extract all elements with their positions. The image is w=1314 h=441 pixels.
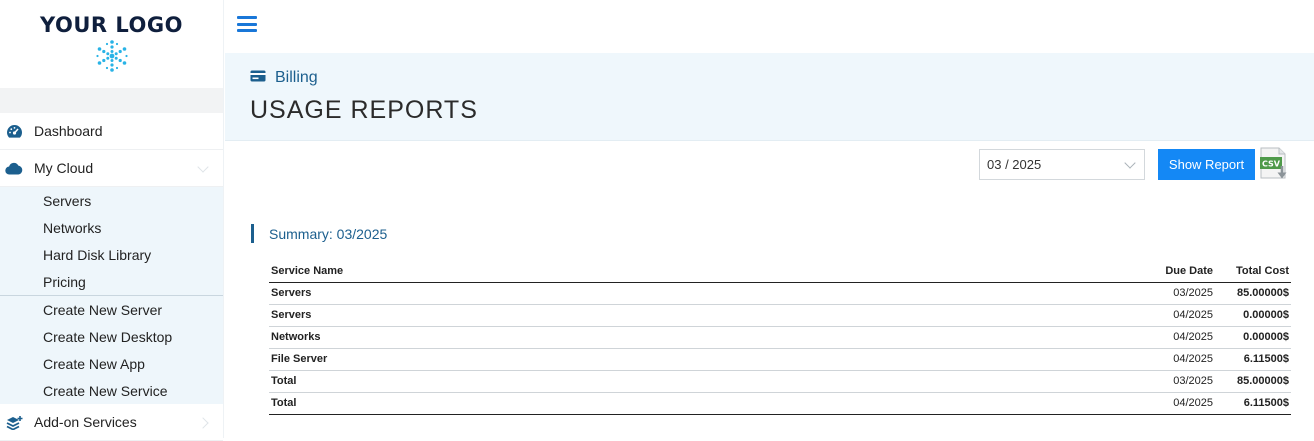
total-label-cell: Total [269, 369, 1137, 393]
total-cost-cell: 0.00000$ [1217, 326, 1291, 349]
service-name-cell: File Server [269, 348, 1137, 371]
due-date-cell: 04/2025 [1137, 391, 1217, 415]
usage-report-table: Service Name Due Date Total Cost Servers… [269, 261, 1291, 415]
column-header-total-cost[interactable]: Total Cost [1217, 261, 1291, 283]
service-name-cell: Networks [269, 326, 1137, 349]
page-header: Billing USAGE REPORTS [225, 53, 1314, 141]
period-select[interactable]: 03 / 2025 [979, 148, 1145, 180]
sidebar: YOUR LOGO Dashboard My Cloud Servers Net… [0, 0, 224, 441]
total-cost-cell: 6.11500$ [1217, 391, 1291, 415]
top-bar [225, 0, 1314, 53]
submenu-item-pricing[interactable]: Pricing [0, 268, 223, 295]
due-date-cell: 03/2025 [1137, 369, 1217, 393]
total-cost-cell: 85.00000$ [1217, 369, 1291, 393]
hamburger-menu-icon[interactable] [237, 16, 257, 32]
sidebar-item-my-cloud[interactable]: My Cloud [0, 150, 223, 187]
service-name-cell: Servers [269, 282, 1137, 305]
table-row: Servers 03/2025 85.00000$ [269, 282, 1291, 305]
submenu-item-hard-disk-library[interactable]: Hard Disk Library [0, 241, 223, 268]
submenu-item-servers[interactable]: Servers [0, 187, 223, 214]
show-report-button[interactable]: Show Report [1158, 148, 1255, 180]
page-title: USAGE REPORTS [250, 96, 478, 124]
table-header-row: Service Name Due Date Total Cost [269, 261, 1291, 283]
breadcrumb[interactable]: Billing [250, 69, 318, 87]
column-header-due-date[interactable]: Due Date [1137, 261, 1217, 283]
chevron-down-icon [197, 161, 209, 173]
submenu-item-networks[interactable]: Networks [0, 214, 223, 241]
sidebar-item-add-on-services[interactable]: Add-on Services [0, 404, 223, 441]
credit-card-icon [250, 69, 266, 87]
sidebar-spacer [0, 88, 223, 113]
logo[interactable]: YOUR LOGO [0, 0, 223, 88]
sidebar-item-label: Add-on Services [34, 414, 137, 430]
sidebar-item-label: My Cloud [34, 160, 94, 176]
total-row: Total 04/2025 6.11500$ [269, 391, 1291, 415]
total-cost-cell: 6.11500$ [1217, 348, 1291, 371]
due-date-cell: 04/2025 [1137, 304, 1217, 327]
submenu-item-create-new-server[interactable]: Create New Server [0, 296, 223, 323]
due-date-cell: 03/2025 [1137, 282, 1217, 305]
breadcrumb-label: Billing [275, 69, 318, 86]
total-cost-cell: 0.00000$ [1217, 304, 1291, 327]
logo-text: YOUR LOGO [40, 13, 183, 37]
service-name-cell: Servers [269, 304, 1137, 327]
period-select-value: 03 / 2025 [987, 156, 1042, 172]
submenu-item-create-new-app[interactable]: Create New App [0, 350, 223, 377]
total-row: Total 03/2025 85.00000$ [269, 369, 1291, 393]
submenu-item-create-new-desktop[interactable]: Create New Desktop [0, 323, 223, 350]
cloud-icon [5, 159, 23, 177]
csv-icon-label: CSV [1262, 160, 1281, 169]
submenu-item-create-new-service[interactable]: Create New Service [0, 377, 223, 404]
csv-download-icon[interactable]: CSV [1259, 147, 1291, 181]
due-date-cell: 04/2025 [1137, 348, 1217, 371]
snowflake-logo-icon [95, 40, 128, 72]
sidebar-item-dashboard[interactable]: Dashboard [0, 113, 223, 150]
layers-plus-icon [5, 413, 23, 431]
table-row: File Server 04/2025 6.11500$ [269, 348, 1291, 371]
column-header-service-name[interactable]: Service Name [269, 261, 1137, 283]
total-cost-cell: 85.00000$ [1217, 282, 1291, 305]
report-controls: 03 / 2025 Show Report CSV [979, 147, 1291, 181]
speedometer-icon [5, 122, 23, 140]
due-date-cell: 04/2025 [1137, 326, 1217, 349]
table-row: Networks 04/2025 0.00000$ [269, 326, 1291, 349]
my-cloud-submenu: Servers Networks Hard Disk Library Prici… [0, 187, 223, 404]
chevron-right-icon [197, 417, 209, 429]
table-row: Servers 04/2025 0.00000$ [269, 304, 1291, 327]
sidebar-item-label: Dashboard [34, 123, 103, 139]
total-label-cell: Total [269, 391, 1137, 415]
chevron-down-icon [1124, 156, 1136, 169]
summary-heading: Summary: 03/2025 [251, 224, 387, 243]
